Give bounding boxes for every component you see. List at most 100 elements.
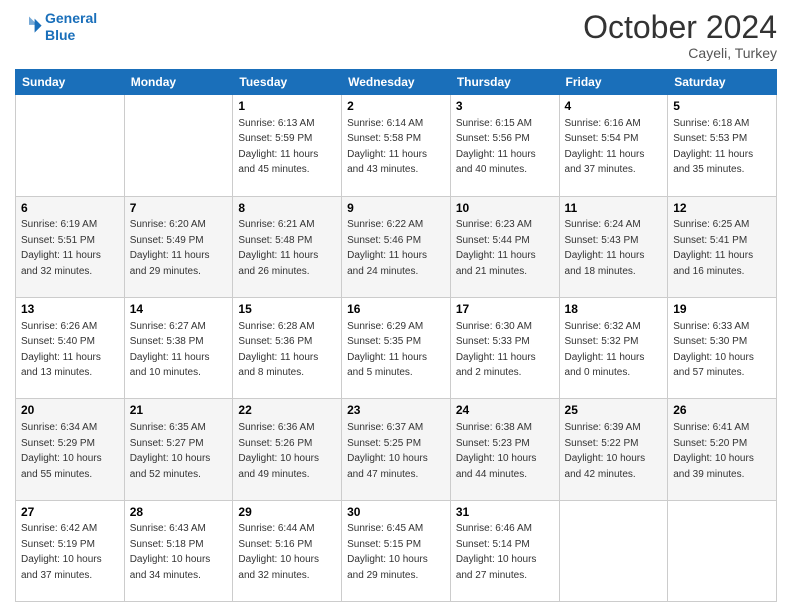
day-number: 29: [238, 504, 336, 521]
logo-text: General Blue: [45, 10, 97, 44]
calendar-day-cell: 4 Sunrise: 6:16 AMSunset: 5:54 PMDaylight…: [559, 95, 668, 196]
day-info: Sunrise: 6:37 AMSunset: 5:25 PMDaylight:…: [347, 422, 428, 480]
day-number: 30: [347, 504, 445, 521]
day-number: 27: [21, 504, 119, 521]
calendar-day-cell: 25 Sunrise: 6:39 AMSunset: 5:22 PMDayligh…: [559, 399, 668, 500]
day-number: 2: [347, 98, 445, 115]
calendar-day-cell: 10 Sunrise: 6:23 AMSunset: 5:44 PMDayligh…: [450, 196, 559, 297]
day-info: Sunrise: 6:35 AMSunset: 5:27 PMDaylight:…: [130, 422, 211, 480]
day-info: Sunrise: 6:39 AMSunset: 5:22 PMDaylight:…: [565, 422, 646, 480]
calendar-day-cell: 18Sunrise: 6:32 AMSunset: 5:32 PMDayligh…: [559, 297, 668, 398]
day-info: Sunrise: 6:33 AMSunset: 5:30 PMDaylight:…: [673, 321, 754, 379]
day-number: 17: [456, 301, 554, 318]
calendar-day-cell: 7Sunrise: 6:20 AMSunset: 5:49 PMDaylight…: [124, 196, 233, 297]
day-number: 23: [347, 402, 445, 419]
calendar-day-cell: 26 Sunrise: 6:41 AMSunset: 5:20 PMDayligh…: [668, 399, 777, 500]
day-number: 22: [238, 402, 336, 419]
logo-icon: [15, 13, 43, 41]
day-number: 8: [238, 200, 336, 217]
day-info: Sunrise: 6:24 AMSunset: 5:43 PMDaylight:…: [565, 219, 645, 277]
day-number: 7: [130, 200, 228, 217]
calendar-day-cell: 3 Sunrise: 6:15 AMSunset: 5:56 PMDaylight…: [450, 95, 559, 196]
day-info: Sunrise: 6:23 AMSunset: 5:44 PMDaylight:…: [456, 219, 536, 277]
calendar-day-cell: 29 Sunrise: 6:44 AMSunset: 5:16 PMDayligh…: [233, 500, 342, 601]
day-number: 31: [456, 504, 554, 521]
calendar-week-row: 13 Sunrise: 6:26 AMSunset: 5:40 PMDayligh…: [16, 297, 777, 398]
day-number: 5: [673, 98, 771, 115]
calendar-day-cell: 5 Sunrise: 6:18 AMSunset: 5:53 PMDaylight…: [668, 95, 777, 196]
day-info: Sunrise: 6:22 AMSunset: 5:46 PMDaylight:…: [347, 219, 427, 277]
day-number: 14: [130, 301, 228, 318]
day-number: 9: [347, 200, 445, 217]
day-info: Sunrise: 6:26 AMSunset: 5:40 PMDaylight:…: [21, 321, 101, 379]
day-number: 16: [347, 301, 445, 318]
calendar-day-cell: 9 Sunrise: 6:22 AMSunset: 5:46 PMDaylight…: [342, 196, 451, 297]
calendar-header-row: Sunday Monday Tuesday Wednesday Thursday…: [16, 70, 777, 95]
day-info: Sunrise: 6:34 AMSunset: 5:29 PMDaylight:…: [21, 422, 102, 480]
day-info: Sunrise: 6:43 AMSunset: 5:18 PMDaylight:…: [130, 523, 211, 581]
day-info: Sunrise: 6:14 AMSunset: 5:58 PMDaylight:…: [347, 118, 427, 176]
logo-general: General: [45, 10, 97, 26]
calendar-day-cell: 12Sunrise: 6:25 AMSunset: 5:41 PMDayligh…: [668, 196, 777, 297]
day-info: Sunrise: 6:18 AMSunset: 5:53 PMDaylight:…: [673, 118, 753, 176]
calendar-day-cell: 17Sunrise: 6:30 AMSunset: 5:33 PMDayligh…: [450, 297, 559, 398]
calendar-day-cell: [124, 95, 233, 196]
header-sunday: Sunday: [16, 70, 125, 95]
calendar-day-cell: [559, 500, 668, 601]
day-number: 19: [673, 301, 771, 318]
calendar-day-cell: 14Sunrise: 6:27 AMSunset: 5:38 PMDayligh…: [124, 297, 233, 398]
page-container: General Blue October 2024 Cayeli, Turkey…: [0, 0, 792, 612]
day-info: Sunrise: 6:44 AMSunset: 5:16 PMDaylight:…: [238, 523, 319, 581]
calendar-day-cell: 30Sunrise: 6:45 AMSunset: 5:15 PMDayligh…: [342, 500, 451, 601]
calendar-week-row: 20Sunrise: 6:34 AMSunset: 5:29 PMDayligh…: [16, 399, 777, 500]
day-info: Sunrise: 6:19 AMSunset: 5:51 PMDaylight:…: [21, 219, 101, 277]
header-friday: Friday: [559, 70, 668, 95]
calendar-day-cell: 1 Sunrise: 6:13 AMSunset: 5:59 PMDaylight…: [233, 95, 342, 196]
header-thursday: Thursday: [450, 70, 559, 95]
calendar-day-cell: 22 Sunrise: 6:36 AMSunset: 5:26 PMDayligh…: [233, 399, 342, 500]
day-number: 18: [565, 301, 663, 318]
calendar-day-cell: 24Sunrise: 6:38 AMSunset: 5:23 PMDayligh…: [450, 399, 559, 500]
calendar-day-cell: 2 Sunrise: 6:14 AMSunset: 5:58 PMDaylight…: [342, 95, 451, 196]
calendar-day-cell: 6Sunrise: 6:19 AMSunset: 5:51 PMDaylight…: [16, 196, 125, 297]
calendar-day-cell: 11 Sunrise: 6:24 AMSunset: 5:43 PMDayligh…: [559, 196, 668, 297]
day-info: Sunrise: 6:16 AMSunset: 5:54 PMDaylight:…: [565, 118, 645, 176]
calendar-day-cell: 13 Sunrise: 6:26 AMSunset: 5:40 PMDayligh…: [16, 297, 125, 398]
calendar-day-cell: 20Sunrise: 6:34 AMSunset: 5:29 PMDayligh…: [16, 399, 125, 500]
day-number: 3: [456, 98, 554, 115]
calendar-day-cell: [16, 95, 125, 196]
calendar-day-cell: 23 Sunrise: 6:37 AMSunset: 5:25 PMDayligh…: [342, 399, 451, 500]
day-number: 28: [130, 504, 228, 521]
day-info: Sunrise: 6:15 AMSunset: 5:56 PMDaylight:…: [456, 118, 536, 176]
day-number: 10: [456, 200, 554, 217]
day-info: Sunrise: 6:46 AMSunset: 5:14 PMDaylight:…: [456, 523, 537, 581]
header-saturday: Saturday: [668, 70, 777, 95]
header-monday: Monday: [124, 70, 233, 95]
logo-blue: Blue: [45, 27, 75, 43]
day-number: 24: [456, 402, 554, 419]
day-number: 26: [673, 402, 771, 419]
calendar-week-row: 1 Sunrise: 6:13 AMSunset: 5:59 PMDaylight…: [16, 95, 777, 196]
day-info: Sunrise: 6:21 AMSunset: 5:48 PMDaylight:…: [238, 219, 318, 277]
day-number: 4: [565, 98, 663, 115]
day-info: Sunrise: 6:41 AMSunset: 5:20 PMDaylight:…: [673, 422, 754, 480]
day-info: Sunrise: 6:13 AMSunset: 5:59 PMDaylight:…: [238, 118, 318, 176]
calendar-week-row: 6Sunrise: 6:19 AMSunset: 5:51 PMDaylight…: [16, 196, 777, 297]
calendar-day-cell: 19 Sunrise: 6:33 AMSunset: 5:30 PMDayligh…: [668, 297, 777, 398]
day-info: Sunrise: 6:28 AMSunset: 5:36 PMDaylight:…: [238, 321, 318, 379]
calendar-day-cell: 31 Sunrise: 6:46 AMSunset: 5:14 PMDayligh…: [450, 500, 559, 601]
day-number: 1: [238, 98, 336, 115]
month-title: October 2024: [583, 10, 777, 45]
day-number: 11: [565, 200, 663, 217]
logo: General Blue: [15, 10, 97, 44]
day-info: Sunrise: 6:36 AMSunset: 5:26 PMDaylight:…: [238, 422, 319, 480]
day-number: 25: [565, 402, 663, 419]
day-number: 21: [130, 402, 228, 419]
title-block: October 2024 Cayeli, Turkey: [583, 10, 777, 61]
calendar-week-row: 27Sunrise: 6:42 AMSunset: 5:19 PMDayligh…: [16, 500, 777, 601]
calendar-day-cell: 16Sunrise: 6:29 AMSunset: 5:35 PMDayligh…: [342, 297, 451, 398]
header: General Blue October 2024 Cayeli, Turkey: [15, 10, 777, 61]
day-info: Sunrise: 6:25 AMSunset: 5:41 PMDaylight:…: [673, 219, 753, 277]
day-number: 13: [21, 301, 119, 318]
calendar-table: Sunday Monday Tuesday Wednesday Thursday…: [15, 69, 777, 602]
